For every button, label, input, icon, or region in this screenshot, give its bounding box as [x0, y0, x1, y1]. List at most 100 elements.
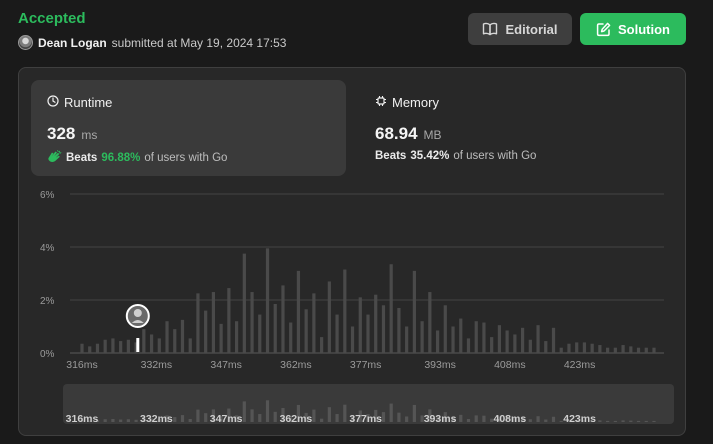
- chart-bar[interactable]: [312, 293, 316, 353]
- navigator-bar: [204, 413, 208, 422]
- chart-bar[interactable]: [142, 329, 146, 353]
- chart-bar[interactable]: [103, 339, 107, 353]
- chart-bar[interactable]: [343, 269, 347, 353]
- chart-bar[interactable]: [505, 330, 509, 353]
- chart-bar[interactable]: [304, 309, 308, 353]
- chart-bar[interactable]: [219, 323, 223, 353]
- chart-bar[interactable]: [289, 322, 293, 353]
- chart-bar[interactable]: [443, 305, 447, 353]
- chart-bar[interactable]: [119, 341, 123, 353]
- runtime-distribution-chart[interactable]: 6% 4% 2% 0% 316ms 332ms 347ms 362ms 377ms 393ms 40…: [19, 68, 685, 435]
- chart-bar[interactable]: [149, 334, 154, 353]
- chart-bar[interactable]: [204, 310, 208, 353]
- solution-button[interactable]: Solution: [580, 13, 686, 45]
- chart-bar[interactable]: [173, 329, 177, 353]
- chart-bar[interactable]: [265, 248, 270, 353]
- chart-bar[interactable]: [250, 292, 254, 353]
- chart-bar[interactable]: [420, 321, 424, 353]
- chart-bar[interactable]: [389, 264, 393, 353]
- user-name-link[interactable]: Dean Logan: [38, 36, 107, 50]
- navigator-bar: [119, 419, 123, 422]
- navigator-bar: [103, 419, 107, 422]
- chart-bar[interactable]: [320, 337, 324, 353]
- chart-bar[interactable]: [466, 338, 471, 353]
- navigator-bar: [544, 419, 548, 422]
- chart-bar[interactable]: [559, 347, 563, 353]
- editorial-button[interactable]: Editorial: [468, 13, 572, 45]
- editorial-label: Editorial: [505, 21, 558, 37]
- chart-bar[interactable]: [211, 292, 216, 353]
- chart-bar[interactable]: [606, 347, 610, 353]
- chart-bar[interactable]: [327, 281, 331, 353]
- user-avatar-face: [133, 309, 142, 317]
- y-tick-label: 6%: [40, 190, 55, 201]
- chart-bar[interactable]: [513, 334, 517, 353]
- chart-bar[interactable]: [459, 318, 463, 353]
- chart-bar[interactable]: [165, 321, 169, 353]
- chart-bar[interactable]: [412, 270, 416, 353]
- chart-bar[interactable]: [273, 303, 277, 353]
- chart-bar[interactable]: [397, 307, 401, 353]
- user-avatar[interactable]: [18, 35, 33, 50]
- chart-bar[interactable]: [381, 305, 386, 353]
- chart-bar[interactable]: [621, 345, 625, 353]
- chart-bar[interactable]: [435, 330, 440, 353]
- chart-bar[interactable]: [374, 294, 378, 353]
- chart-bar[interactable]: [258, 314, 262, 353]
- chart-bar[interactable]: [157, 338, 161, 353]
- navigator-bar: [613, 420, 617, 422]
- navigator-bar: [621, 420, 625, 422]
- chart-bar[interactable]: [582, 342, 587, 353]
- your-runtime-marker: [136, 338, 140, 352]
- navigator-bar: [397, 412, 401, 422]
- chart-bar[interactable]: [242, 253, 246, 353]
- chart-bar[interactable]: [490, 337, 494, 353]
- chart-bar[interactable]: [296, 270, 301, 353]
- chart-bar[interactable]: [227, 288, 231, 353]
- chart-bar[interactable]: [358, 297, 362, 353]
- chart-bar[interactable]: [366, 314, 370, 353]
- x-tick-label: 347ms: [210, 359, 242, 371]
- navigator-tick-label: 347ms: [210, 413, 243, 425]
- solution-label: Solution: [618, 21, 670, 37]
- chart-bar[interactable]: [335, 314, 339, 353]
- chart-bar[interactable]: [636, 347, 641, 353]
- chart-bar[interactable]: [88, 346, 92, 353]
- chart-bar[interactable]: [281, 285, 285, 353]
- chart-bar[interactable]: [497, 325, 502, 353]
- chart-bar[interactable]: [567, 343, 571, 353]
- chart-bar[interactable]: [652, 347, 656, 353]
- x-tick-label: 377ms: [350, 359, 382, 371]
- chart-bar[interactable]: [520, 327, 525, 353]
- chart-bar[interactable]: [474, 321, 478, 353]
- chart-bar[interactable]: [95, 343, 100, 353]
- navigator-bar: [606, 420, 610, 422]
- chart-bar[interactable]: [111, 338, 115, 353]
- chart-bar[interactable]: [629, 346, 633, 353]
- x-tick-label: 332ms: [141, 359, 173, 371]
- chart-bar[interactable]: [613, 347, 617, 353]
- chart-bar[interactable]: [544, 341, 548, 353]
- submitted-time-text: submitted at May 19, 2024 17:53: [111, 35, 287, 50]
- chart-bar[interactable]: [482, 322, 486, 353]
- navigator-tick-label: 393ms: [424, 413, 457, 425]
- chart-bar[interactable]: [126, 339, 130, 353]
- chart-bar[interactable]: [536, 325, 540, 353]
- chart-bar[interactable]: [188, 338, 192, 353]
- chart-bar[interactable]: [451, 326, 455, 354]
- chart-bar[interactable]: [644, 347, 648, 353]
- navigator-bar: [652, 420, 656, 422]
- chart-bar[interactable]: [180, 319, 185, 353]
- chart-bar[interactable]: [428, 292, 432, 353]
- chart-bar[interactable]: [590, 343, 594, 353]
- chart-bar[interactable]: [551, 327, 556, 353]
- chart-bar[interactable]: [528, 339, 532, 353]
- chart-bar[interactable]: [350, 326, 355, 354]
- chart-bar[interactable]: [80, 343, 84, 353]
- navigator-tick-label: 332ms: [140, 413, 173, 425]
- chart-bar[interactable]: [405, 326, 409, 354]
- chart-bar[interactable]: [234, 321, 239, 353]
- chart-bar[interactable]: [575, 342, 579, 353]
- chart-bar[interactable]: [598, 345, 602, 353]
- chart-bar[interactable]: [196, 293, 200, 353]
